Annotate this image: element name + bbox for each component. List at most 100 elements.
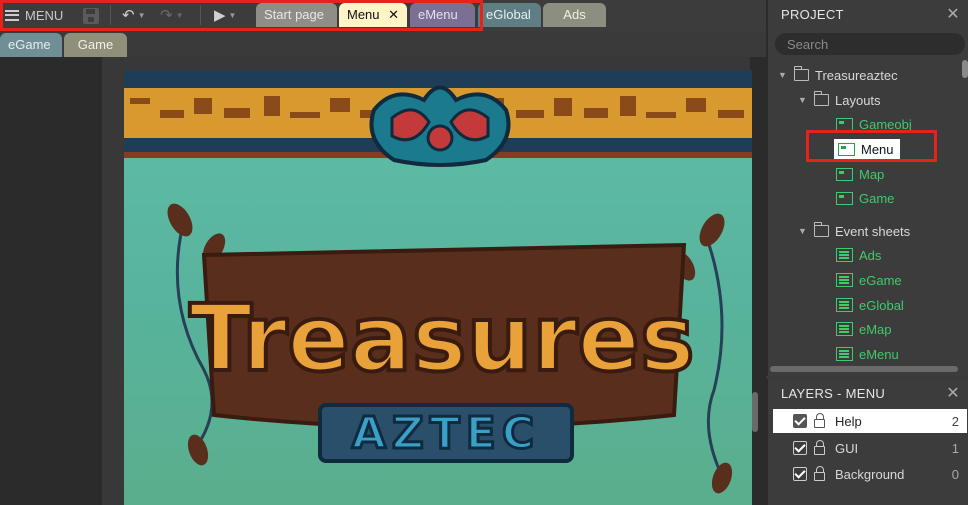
chevron-down-icon[interactable]: ▼ [778, 70, 788, 80]
tree-sheet-emenu[interactable]: eMenu [836, 344, 899, 364]
tree-layout-game[interactable]: Game [836, 188, 894, 208]
tab-emenu[interactable]: eMenu [410, 3, 475, 27]
visibility-checkbox[interactable] [793, 414, 807, 428]
event-sheet-icon [836, 298, 853, 312]
layers-panel-title: LAYERS - MENU ✕ [768, 379, 968, 409]
layout-icon [838, 142, 855, 156]
tree-label: eGame [859, 272, 902, 288]
project-panel-title: PROJECT ✕ [768, 0, 968, 30]
project-search-input[interactable] [775, 33, 965, 55]
tree-label: Treasureaztec [815, 67, 898, 83]
tree-label: Menu [861, 141, 894, 157]
tree-label: Event sheets [835, 223, 911, 239]
tab-label: eMenu [418, 7, 458, 22]
layer-row-gui[interactable]: GUI 1 [773, 436, 967, 460]
close-icon[interactable]: ✕ [946, 379, 960, 409]
tab-start-page[interactable]: Start page [256, 3, 337, 27]
play-icon: ▶ [214, 7, 226, 24]
tab-label: eGlobal [486, 7, 531, 22]
layer-name: Help [835, 413, 862, 429]
tab-egame[interactable]: eGame [0, 33, 62, 57]
chevron-down-icon[interactable]: ▼ [798, 95, 808, 105]
chevron-down-icon: ▼ [175, 10, 184, 20]
tree-label: Gameobj [859, 116, 912, 132]
tree-folder-layouts[interactable]: ▼ Layouts [798, 90, 881, 110]
hamburger-icon [5, 9, 19, 21]
layer-row-help[interactable]: Help 2 [773, 409, 967, 433]
toolbar-divider [200, 5, 201, 25]
undo-icon: ↶ [122, 7, 135, 24]
tree-label: Ads [859, 247, 882, 263]
layout-vertical-scrollbar[interactable] [752, 392, 758, 432]
project-horizontal-scrollbar[interactable] [770, 366, 958, 372]
tab-label: Menu [347, 7, 380, 22]
tree-label: Game [859, 190, 895, 206]
tree-label: Map [859, 166, 885, 182]
top-toolbar: MENU ↶ ▼ ↷ ▼ ▶ ▼ Start page Menu ✕ eMenu eG… [0, 0, 766, 31]
logo-subtitle: AZTEC [352, 408, 540, 459]
layout-icon [836, 117, 853, 131]
tree-sheet-egame[interactable]: eGame [836, 270, 902, 290]
tab-eglobal[interactable]: eGlobal [478, 3, 541, 27]
chevron-down-icon: ▼ [228, 10, 237, 20]
layer-row-background[interactable]: Background 0 [773, 462, 967, 486]
layer-index: 0 [951, 466, 959, 482]
event-sheet-icon [836, 248, 853, 262]
tree-layout-map[interactable]: Map [836, 164, 884, 184]
tab-menu[interactable]: Menu ✕ [339, 3, 407, 27]
main-menu-label: MENU [25, 7, 64, 23]
tree-label: eMap [859, 321, 892, 337]
tab-label: Game [77, 37, 114, 52]
chevron-down-icon[interactable]: ▼ [798, 226, 808, 236]
visibility-checkbox[interactable] [793, 441, 807, 455]
preview-button[interactable]: ▶ ▼ [214, 3, 236, 27]
layout-icon [836, 191, 853, 205]
tree-label: Layouts [835, 92, 881, 108]
project-panel: PROJECT ✕ ▼ Treasureaztec ▼ Layouts Game… [766, 0, 968, 376]
lock-icon[interactable] [814, 413, 825, 428]
layers-panel: LAYERS - MENU ✕ Help 2 GUI 1 Background … [766, 379, 968, 505]
undo-button[interactable]: ↶ ▼ [122, 3, 146, 27]
tab-ads[interactable]: Ads [543, 3, 606, 27]
menu-scene-artwork: Treasures AZTEC [124, 70, 752, 494]
event-sheet-icon [836, 273, 853, 287]
folder-icon [813, 91, 829, 106]
tree-root-treasureaztec[interactable]: ▼ Treasureaztec [778, 65, 898, 85]
layers-title-text: LAYERS - MENU [781, 386, 886, 401]
aztec-mask [369, 85, 511, 167]
layout-icon [836, 167, 853, 181]
tree-folder-event-sheets[interactable]: ▼ Event sheets [798, 221, 910, 241]
save-icon[interactable] [83, 8, 99, 24]
tree-sheet-ads[interactable]: Ads [836, 245, 881, 265]
tab-label: Start page [264, 7, 324, 22]
close-icon[interactable]: ✕ [946, 0, 960, 30]
tab-game[interactable]: Game [64, 33, 127, 57]
folder-icon [813, 222, 829, 237]
layer-name: GUI [835, 440, 859, 456]
main-menu-button[interactable]: MENU [5, 3, 63, 27]
lock-icon[interactable] [814, 440, 825, 455]
toolbar-divider [110, 5, 111, 25]
project-vertical-scrollbar[interactable] [962, 60, 968, 78]
redo-icon: ↷ [160, 7, 173, 24]
visibility-checkbox[interactable] [793, 467, 807, 481]
tree-sheet-eglobal[interactable]: eGlobal [836, 295, 904, 315]
tree-layout-menu[interactable]: Menu [834, 139, 900, 159]
layout-canvas[interactable]: Treasures AZTEC [124, 70, 752, 505]
tab-label: eGame [8, 37, 51, 52]
tree-label: eGlobal [859, 297, 904, 313]
tree-label: eMenu [859, 346, 899, 362]
redo-button[interactable]: ↷ ▼ [160, 3, 184, 27]
project-title-text: PROJECT [781, 7, 844, 22]
tree-layout-gameobj[interactable]: Gameobj [836, 114, 912, 134]
tab-label: Ads [563, 7, 586, 22]
layer-index: 1 [951, 440, 959, 456]
logo-title: Treasures [189, 285, 694, 392]
tree-sheet-emap[interactable]: eMap [836, 319, 892, 339]
lock-icon[interactable] [814, 466, 825, 481]
close-icon[interactable]: ✕ [388, 3, 399, 27]
folder-icon [793, 66, 809, 81]
chevron-down-icon: ▼ [137, 10, 146, 20]
layer-index: 2 [951, 413, 959, 429]
event-sheet-icon [836, 347, 853, 361]
